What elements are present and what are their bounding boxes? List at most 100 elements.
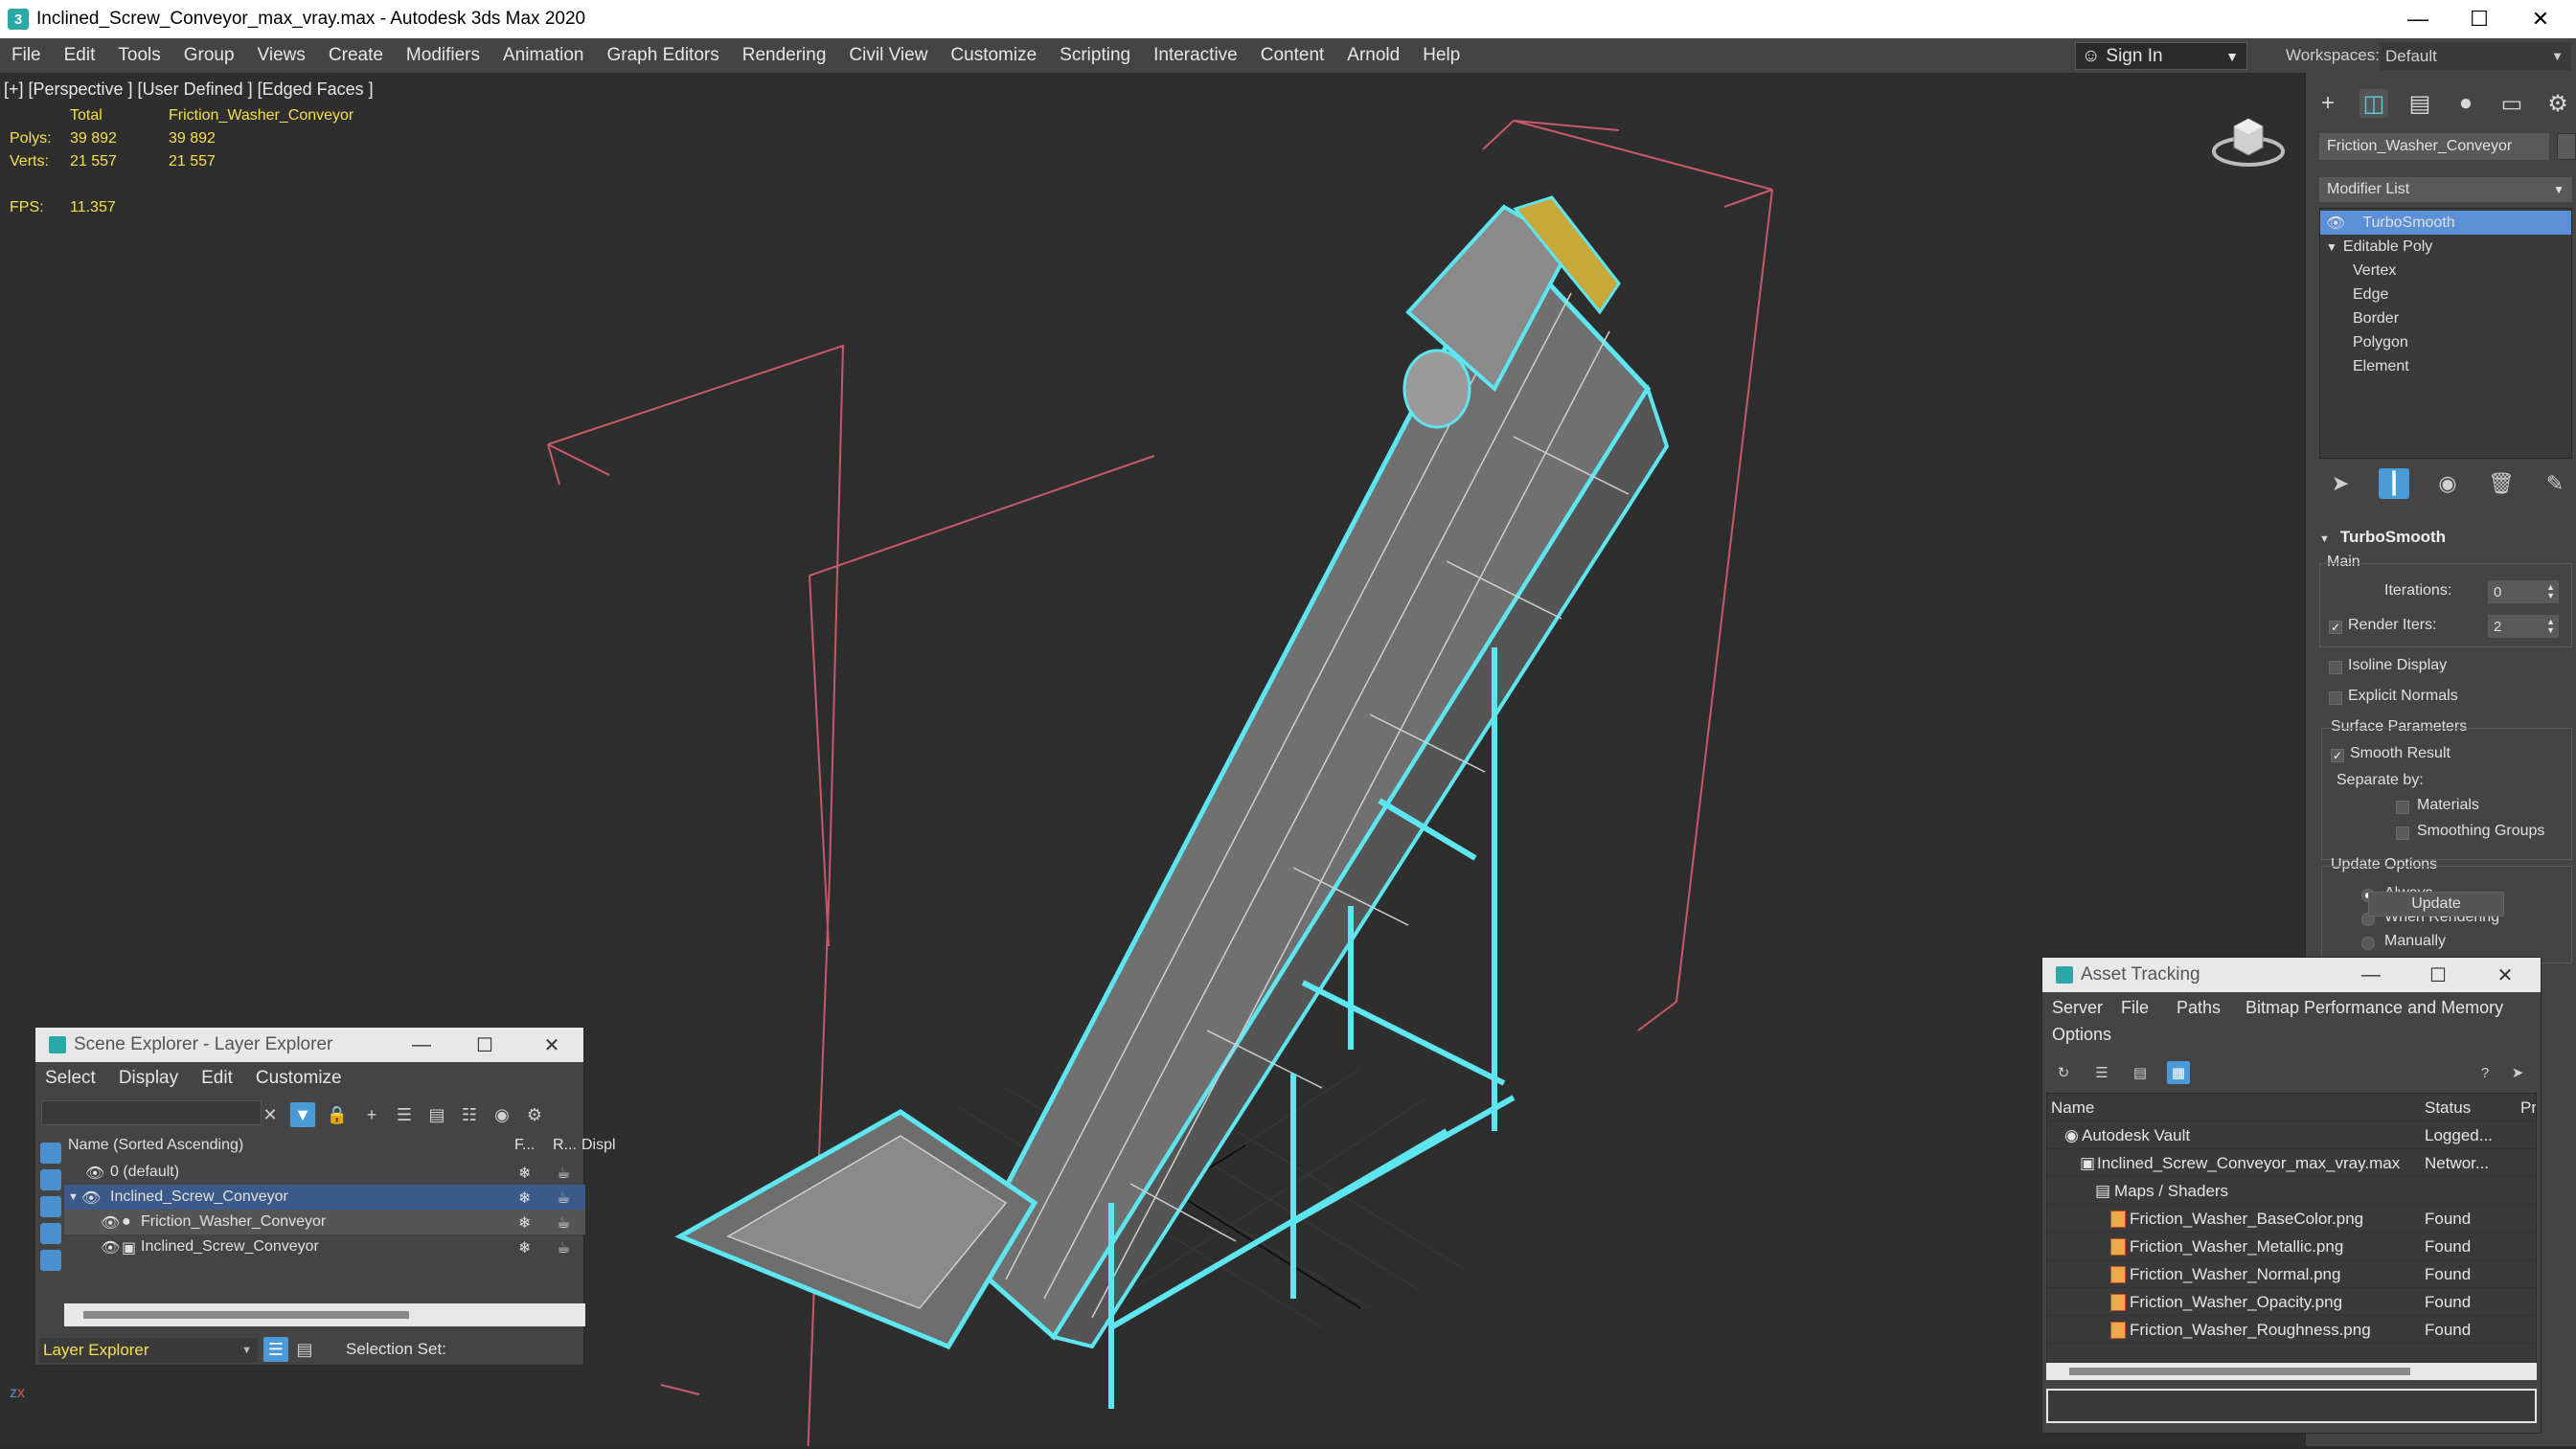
isoline-display-checkbox[interactable] [2329, 661, 2342, 674]
layer-row-inclined-screw-conveyor[interactable]: ▼ 👁 Inclined_Screw_Conveyor ❄ ☕ [64, 1185, 585, 1210]
asset-row[interactable]: Friction_Washer_Metallic.png Found [2047, 1233, 2536, 1260]
layer-explorer-icon[interactable]: ☰ [263, 1337, 288, 1362]
menu-edit[interactable]: Edit [53, 45, 107, 66]
se-menu-edit[interactable]: Edit [201, 1068, 233, 1089]
menu-interactive[interactable]: Interactive [1142, 45, 1249, 66]
display-geometry-icon[interactable] [40, 1143, 61, 1164]
lock-icon[interactable]: 🔒 [325, 1102, 350, 1127]
layer-row-default[interactable]: 👁 0 (default) ❄ ☕ [64, 1160, 585, 1185]
hierarchy-icon[interactable]: ▤ [424, 1102, 449, 1127]
col-name[interactable]: Name [2051, 1098, 2094, 1118]
viewcube-icon[interactable] [2209, 107, 2288, 170]
display-helpers-icon[interactable] [40, 1250, 61, 1271]
asset-tracking-titlebar[interactable]: Asset Tracking — ☐ ✕ [2042, 958, 2541, 992]
update-button[interactable]: Update [2368, 892, 2504, 917]
add-layer-icon[interactable]: + [359, 1102, 384, 1127]
display-cameras-icon[interactable] [40, 1223, 61, 1244]
expand-arrow-icon[interactable]: ▼ [2326, 240, 2337, 254]
freeze-icon[interactable]: ❄ [518, 1238, 531, 1257]
stack-item-border[interactable]: Border [2320, 306, 2571, 330]
eye-icon[interactable]: 👁 [101, 1238, 120, 1257]
spinner-arrows-icon[interactable]: ▲ ▼ [2546, 618, 2555, 635]
create-icon[interactable]: + [2314, 89, 2342, 118]
refresh-icon[interactable]: ↻ [2052, 1061, 2075, 1084]
teapot-icon[interactable]: ☕ [557, 1213, 570, 1233]
at-menu-paths[interactable]: Paths [2177, 998, 2221, 1018]
eye-icon[interactable]: 👁 [81, 1189, 101, 1208]
make-unique-icon[interactable]: ◉ [2432, 468, 2463, 499]
modify-icon[interactable]: ◫ [2359, 89, 2388, 118]
layers-icon[interactable]: ☰ [392, 1102, 417, 1127]
display-icon[interactable]: ▭ [2497, 89, 2526, 118]
freeze-icon[interactable]: ❄ [518, 1189, 531, 1208]
menu-scripting[interactable]: Scripting [1048, 45, 1142, 66]
at-menu-options[interactable]: Options [2052, 1025, 2111, 1045]
pin-icon[interactable]: ➤ [2506, 1061, 2529, 1084]
menu-graph-editors[interactable]: Graph Editors [596, 45, 731, 66]
menu-help[interactable]: Help [1411, 45, 1471, 66]
freeze-icon[interactable]: ❄ [518, 1164, 531, 1183]
asset-row[interactable]: ◉ Autodesk Vault Logged... [2047, 1121, 2536, 1149]
col-render[interactable]: R... [553, 1137, 577, 1154]
object-row-friction-washer-conveyor[interactable]: 👁 ● Friction_Washer_Conveyor ❄ ☕ [64, 1210, 585, 1234]
iterations-spinner[interactable]: 0 ▲ ▼ [2488, 580, 2559, 603]
asset-row[interactable]: Friction_Washer_Opacity.png Found [2047, 1288, 2536, 1316]
render-iters-checkbox[interactable]: ✓ [2329, 621, 2342, 634]
settings-icon[interactable]: ⚙ [522, 1102, 547, 1127]
table-view-icon[interactable]: ▤ [2129, 1061, 2152, 1084]
isolate-icon[interactable]: ◉ [490, 1102, 514, 1127]
object-name-field[interactable]: Friction_Washer_Conveyor [2319, 133, 2549, 160]
show-end-result-icon[interactable]: ┃ [2379, 468, 2409, 499]
scene-explorer-scrollbar[interactable] [64, 1303, 585, 1326]
pin-stack-icon[interactable]: ➤ [2325, 468, 2356, 499]
menu-create[interactable]: Create [317, 45, 395, 66]
maximize-icon[interactable]: ☐ [453, 1028, 516, 1062]
col-name[interactable]: Name (Sorted Ascending) [68, 1137, 243, 1154]
materials-checkbox[interactable] [2396, 801, 2409, 814]
se-search-input[interactable] [41, 1100, 262, 1125]
stack-item-editable-poly[interactable]: ▼ Editable Poly [2320, 235, 2571, 259]
close-icon[interactable]: ✕ [2502, 0, 2576, 38]
motion-icon[interactable]: ● [2451, 89, 2480, 118]
stack-item-turbosmooth[interactable]: 👁 TurboSmooth [2320, 211, 2571, 235]
eye-icon[interactable]: 👁 [101, 1213, 120, 1233]
asset-row[interactable]: Friction_Washer_BaseColor.png Found [2047, 1205, 2536, 1233]
menu-content[interactable]: Content [1249, 45, 1336, 66]
filter-icon[interactable]: ▼ [290, 1102, 315, 1127]
stack-item-vertex[interactable]: Vertex [2320, 259, 2571, 283]
stack-item-element[interactable]: Element [2320, 354, 2571, 378]
menu-customize[interactable]: Customize [939, 45, 1048, 66]
asset-row[interactable]: Friction_Washer_Normal.png Found [2047, 1260, 2536, 1288]
minimize-icon[interactable]: — [2339, 958, 2403, 992]
at-menu-server[interactable]: Server [2052, 998, 2103, 1018]
explicit-normals-checkbox[interactable] [2329, 691, 2342, 705]
smoothing-groups-checkbox[interactable] [2396, 826, 2409, 840]
asset-row[interactable]: Friction_Washer_Roughness.png Found [2047, 1316, 2536, 1344]
se-menu-select[interactable]: Select [45, 1068, 96, 1089]
explorer-selector-dropdown[interactable]: Layer Explorer ▼ [39, 1338, 258, 1363]
close-icon[interactable]: ✕ [2473, 958, 2537, 992]
menu-rendering[interactable]: Rendering [731, 45, 838, 66]
menu-animation[interactable]: Animation [491, 45, 596, 66]
grid-view-icon[interactable]: ▦ [2167, 1061, 2190, 1084]
object-row-inclined-screw-conveyor[interactable]: 👁 ▣ Inclined_Screw_Conveyor ❄ ☕ [64, 1234, 585, 1259]
stack-item-edge[interactable]: Edge [2320, 283, 2571, 306]
menu-tools[interactable]: Tools [106, 45, 171, 66]
se-menu-display[interactable]: Display [119, 1068, 178, 1089]
col-status[interactable]: Status [2425, 1098, 2517, 1118]
close-icon[interactable]: ✕ [520, 1028, 583, 1062]
utilities-icon[interactable]: ⚙ [2543, 89, 2572, 118]
minimize-icon[interactable]: — [390, 1028, 453, 1062]
render-iters-spinner[interactable]: 2 ▲ ▼ [2488, 615, 2559, 638]
teapot-icon[interactable]: ☕ [557, 1164, 570, 1183]
at-menu-bitmap-performance[interactable]: Bitmap Performance and Memory [2245, 998, 2503, 1018]
col-pro[interactable]: Pro [2520, 1098, 2536, 1118]
menu-civil-view[interactable]: Civil View [837, 45, 939, 66]
smooth-result-checkbox[interactable]: ✓ [2331, 749, 2344, 762]
spinner-arrows-icon[interactable]: ▲ ▼ [2546, 583, 2555, 600]
asset-row[interactable]: ▤ Maps / Shaders [2047, 1177, 2536, 1205]
scene-explorer-titlebar[interactable]: Scene Explorer - Layer Explorer — ☐ ✕ [35, 1028, 583, 1062]
asset-path-input[interactable] [2046, 1389, 2537, 1423]
help-icon[interactable]: ? [2473, 1061, 2496, 1084]
layer-stack-icon[interactable]: ☷ [457, 1102, 482, 1127]
